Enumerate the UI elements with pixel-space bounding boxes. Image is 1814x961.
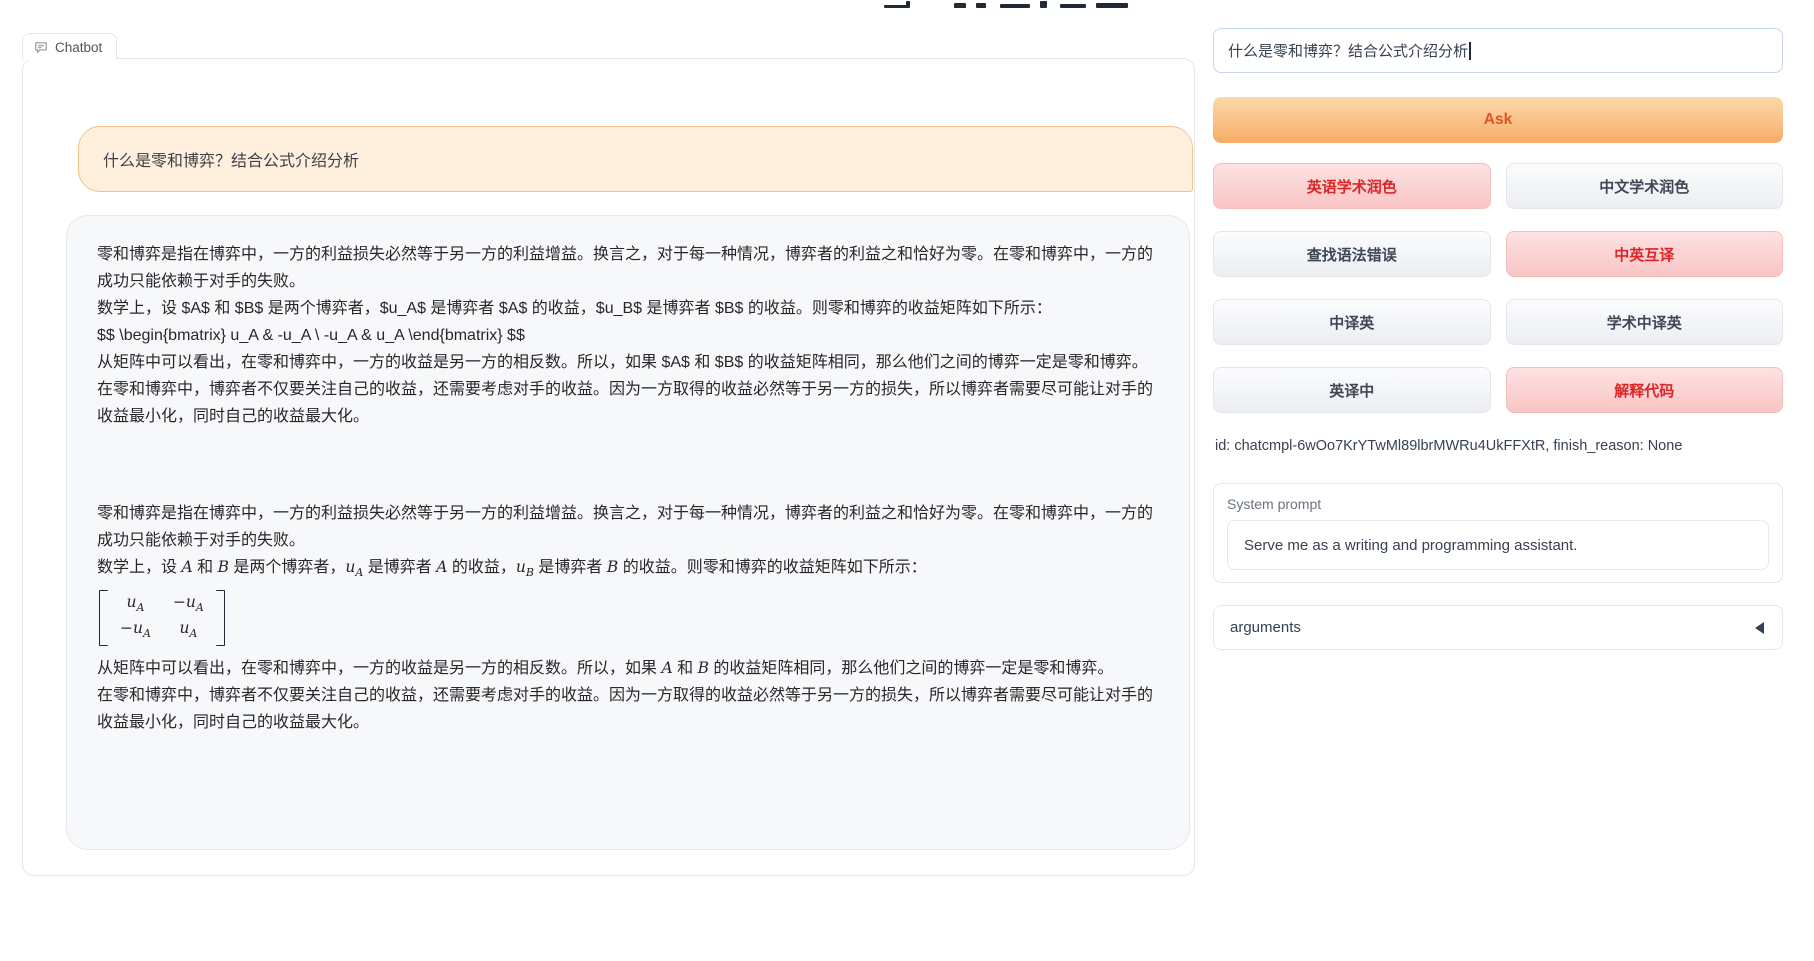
action-button-中译英[interactable]: 中译英: [1213, 299, 1491, 345]
system-prompt-input[interactable]: Serve me as a writing and programming as…: [1227, 520, 1769, 570]
ask-button[interactable]: Ask: [1213, 97, 1783, 143]
bot-message-paragraph: 数学上，设 $A$ 和 $B$ 是两个博弈者，$u_A$ 是博弈者 $A$ 的收…: [97, 295, 1159, 322]
bot-message-paragraph: 数学上，设 A 和 B 是两个博弈者，uA 是博弈者 A 的收益，uB 是博弈者…: [97, 554, 1159, 586]
system-prompt-value: Serve me as a writing and programming as…: [1244, 537, 1577, 554]
bot-message-paragraph: 零和博弈是指在博弈中，一方的利益损失必然等于另一方的利益增益。换言之，对于每一种…: [97, 241, 1159, 295]
system-prompt-group: System prompt Serve me as a writing and …: [1213, 483, 1783, 583]
matrix-cell: −uA: [173, 592, 204, 618]
chatbot-panel-label: Chatbot: [22, 33, 117, 60]
action-button-英语学术润色[interactable]: 英语学术润色: [1213, 163, 1491, 209]
user-message-text: 什么是零和博弈？结合公式介绍分析: [103, 147, 359, 171]
text-caret: [1469, 42, 1471, 60]
action-button-grid: 英语学术润色中文学术润色查找语法错误中英互译中译英学术中译英英译中解释代码: [1213, 163, 1783, 413]
action-button-解释代码[interactable]: 解释代码: [1506, 367, 1784, 413]
matrix-cell: −uA: [120, 618, 151, 644]
payoff-matrix: uA−uA−uAuA: [97, 586, 1159, 655]
chatbot-panel-label-text: Chatbot: [55, 40, 102, 55]
chatbot-panel: 什么是零和博弈？结合公式介绍分析 零和博弈是指在博弈中，一方的利益损失必然等于另…: [22, 58, 1195, 876]
status-line: id: chatcmpl-6wOo7KrYTwMl89lbrMWRu4UkFFX…: [1215, 438, 1682, 454]
system-prompt-label: System prompt: [1227, 496, 1769, 512]
bot-message-paragraph: 从矩阵中可以看出，在零和博弈中，一方的收益是另一方的相反数。所以，如果 $A$ …: [97, 349, 1159, 376]
matrix-cell: uA: [120, 592, 151, 618]
question-input[interactable]: 什么是零和博弈？结合公式介绍分析: [1213, 28, 1783, 73]
bot-message-paragraph: 从矩阵中可以看出，在零和博弈中，一方的收益是另一方的相反数。所以，如果 A 和 …: [97, 655, 1159, 682]
accordion-collapsed-triangle-icon: [1755, 622, 1764, 634]
action-button-学术中译英[interactable]: 学术中译英: [1506, 299, 1784, 345]
page-title-clipped: [880, 0, 1150, 9]
paragraph-spacer: [97, 430, 1159, 500]
arguments-accordion[interactable]: arguments: [1213, 605, 1783, 650]
matrix-cell: uA: [173, 618, 204, 644]
chat-bubble-icon: [34, 40, 48, 54]
controls-column: 什么是零和博弈？结合公式介绍分析 Ask 英语学术润色中文学术润色查找语法错误中…: [1213, 0, 1783, 961]
bot-message-paragraph: 在零和博弈中，博弈者不仅要关注自己的收益，还需要考虑对手的收益。因为一方取得的收…: [97, 376, 1159, 430]
arguments-accordion-label: arguments: [1230, 619, 1301, 636]
action-button-中英互译[interactable]: 中英互译: [1506, 231, 1784, 277]
bot-message-paragraph: 零和博弈是指在博弈中，一方的利益损失必然等于另一方的利益增益。换言之，对于每一种…: [97, 500, 1159, 554]
bot-message-paragraph: 在零和博弈中，博弈者不仅要关注自己的收益，还需要考虑对手的收益。因为一方取得的收…: [97, 682, 1159, 736]
bot-message-paragraph: $$ \begin{bmatrix} u_A & -u_A \ -u_A & u…: [97, 322, 1159, 349]
question-input-value: 什么是零和博弈？结合公式介绍分析: [1228, 40, 1468, 61]
action-button-英译中[interactable]: 英译中: [1213, 367, 1491, 413]
user-message-bubble: 什么是零和博弈？结合公式介绍分析: [78, 126, 1193, 192]
bot-message-bubble: 零和博弈是指在博弈中，一方的利益损失必然等于另一方的利益增益。换言之，对于每一种…: [66, 215, 1190, 850]
action-button-中文学术润色[interactable]: 中文学术润色: [1506, 163, 1784, 209]
action-button-查找语法错误[interactable]: 查找语法错误: [1213, 231, 1491, 277]
